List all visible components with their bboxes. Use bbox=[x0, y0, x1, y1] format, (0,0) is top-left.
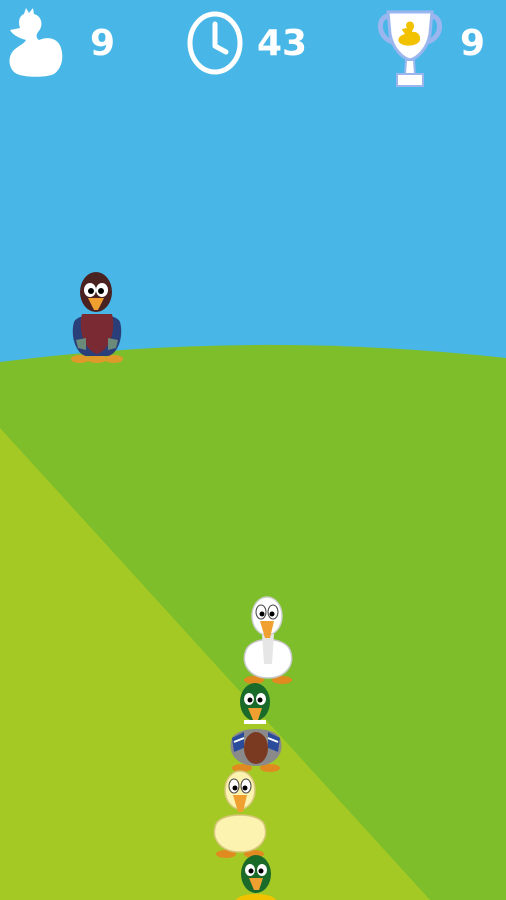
mallard-duck-partial[interactable] bbox=[230, 854, 282, 900]
clock-icon bbox=[187, 11, 243, 75]
trophy-icon bbox=[378, 10, 442, 87]
mallard-duck[interactable] bbox=[228, 682, 284, 774]
brown-duck[interactable] bbox=[68, 270, 126, 364]
yellow-duck[interactable] bbox=[212, 768, 270, 860]
ducks-left-count: 9 bbox=[90, 23, 116, 64]
time-left-count: 43 bbox=[257, 23, 308, 64]
duck-silhouette-icon bbox=[9, 8, 63, 77]
best-score-count: 9 bbox=[460, 23, 486, 64]
white-duck[interactable] bbox=[240, 594, 296, 686]
